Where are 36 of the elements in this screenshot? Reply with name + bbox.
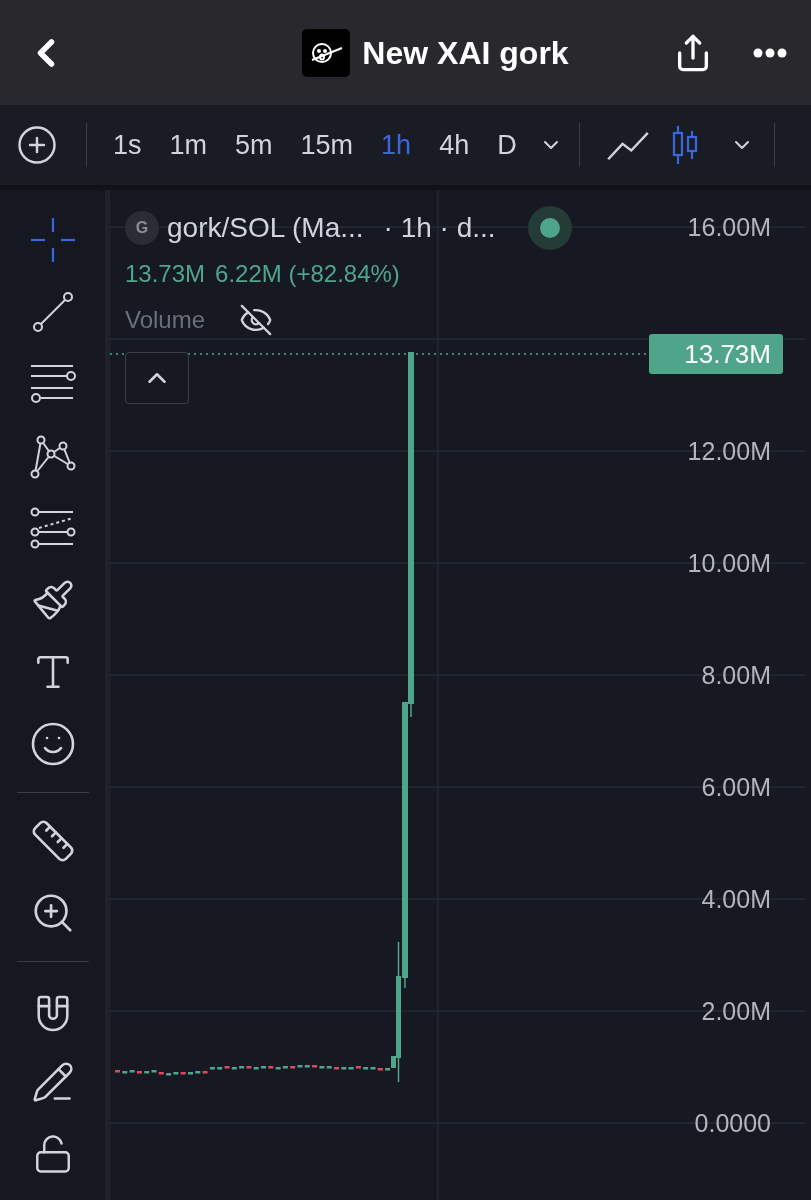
candle [261,1066,266,1069]
interval-tab[interactable]: 1m [155,124,222,166]
price-label: 8.00M [701,662,771,688]
add-indicator-button[interactable] [16,124,58,166]
plus-circle-icon [16,124,58,166]
more-icon [753,47,787,58]
volume-label: Volume [125,305,206,335]
window-title: New XAI gork [362,33,569,73]
brush-icon [30,578,75,622]
interval-label: · 1h · d... [383,211,496,245]
interval-tab[interactable]: 5m [221,124,287,166]
status-dot-icon [527,206,572,250]
more-button[interactable] [753,47,787,58]
interval-tab[interactable]: 15m [286,124,368,166]
price-label: 12.00M [687,438,771,464]
token-logo [302,28,351,77]
last-value: 13.73M [125,259,206,289]
interval-tab[interactable]: D [483,124,531,166]
token-avatar: G [125,211,159,245]
change-value: 6.22M (+82.84%) [215,259,400,289]
candle [115,1070,120,1073]
candle [334,1067,339,1070]
candle [188,1072,193,1075]
eye-off-icon[interactable] [239,303,274,337]
last-price-tag: 13.73M [649,334,783,374]
interval-tab[interactable]: 1s [99,124,156,166]
price-label: 4.00M [701,886,771,912]
collapse-button[interactable] [125,352,189,404]
price-label: 6.00M [701,774,771,800]
price-label: 0.0000 [694,1110,771,1136]
symbol-name: gork/SOL (Ma... [167,211,364,245]
price-label: 16.00M [687,214,771,240]
crosshair-icon [28,216,77,264]
price-label: 10.00M [687,550,771,576]
price-label: 2.00M [701,998,771,1024]
interval-tab[interactable]: 4h [425,124,484,166]
